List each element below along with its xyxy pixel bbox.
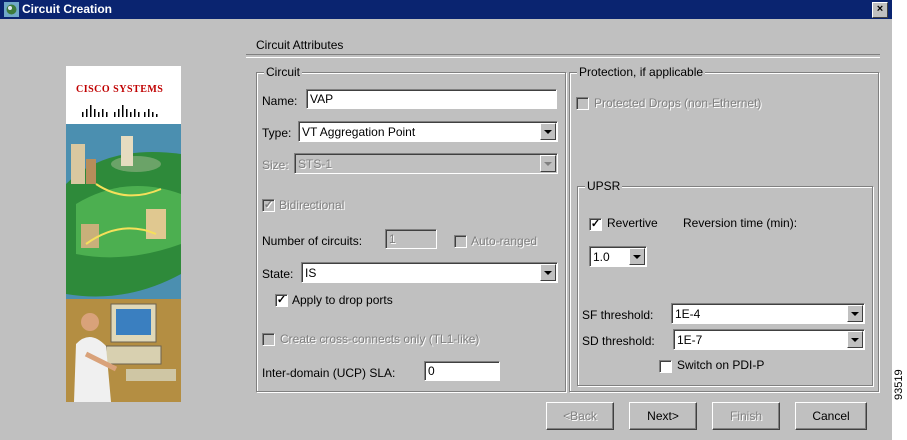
window-title: Circuit Creation [22,2,113,16]
cancel-button[interactable]: Cancel [795,402,867,430]
number-of-circuits-input[interactable]: 1 [385,229,437,249]
switch-on-pdi-p-label: Switch on PDI-P [677,358,765,372]
reversion-time-value: 1.0 [593,250,610,264]
finish-button[interactable]: Finish [712,402,780,430]
revertive-checkbox[interactable]: ✓ [589,218,602,231]
protected-drops-label: Protected Drops (non-Ethernet) [594,96,762,110]
cisco-logo: CISCO SYSTEMS [66,66,181,124]
type-select[interactable]: VT Aggregation Point [298,121,558,142]
sla-input[interactable]: 0 [424,361,500,381]
sla-label: Inter-domain (UCP) SLA: [262,366,396,380]
type-select-value: VT Aggregation Point [302,125,416,139]
brand-wordmark: CISCO SYSTEMS [76,84,164,95]
back-button[interactable]: <Back [546,402,614,430]
chevron-down-icon[interactable] [847,305,863,322]
chevron-down-icon[interactable] [629,248,645,265]
sf-threshold-value: 1E-4 [675,307,701,321]
number-of-circuits-label: Number of circuits: [262,234,363,248]
sd-threshold-label: SD threshold: [582,334,655,348]
circuit-attributes-heading: Circuit Attributes [256,38,344,52]
app-icon [4,2,19,17]
next-button[interactable]: Next> [629,402,697,430]
name-input[interactable]: VAP [306,89,557,109]
bidirectional-checkbox[interactable]: ✓ [262,199,275,212]
chevron-down-icon[interactable] [847,331,863,348]
reversion-time-select[interactable]: 1.0 [589,246,647,267]
size-label: Size: [262,158,289,172]
apply-to-drop-ports-checkbox[interactable]: ✓ [275,294,288,307]
chevron-down-icon[interactable] [540,264,556,281]
upsr-legend: UPSR [585,179,623,193]
circuit-legend: Circuit [264,65,303,79]
cross-connects-label: Create cross-connects only (TL1-like) [280,332,480,346]
auto-ranged-label: Auto-ranged [471,234,538,248]
close-button[interactable]: × [872,2,888,18]
size-select-value: STS-1 [298,157,333,171]
switch-on-pdi-p-checkbox[interactable] [659,360,672,373]
reversion-time-label: Reversion time (min): [683,216,798,230]
heading-separator [246,54,880,58]
apply-to-drop-ports-label: Apply to drop ports [292,293,393,307]
sf-threshold-select[interactable]: 1E-4 [671,303,865,324]
cross-connects-checkbox[interactable] [262,333,275,346]
bidirectional-label: Bidirectional [279,198,345,212]
type-label: Type: [262,126,292,140]
protection-legend: Protection, if applicable [577,65,706,79]
auto-ranged-checkbox[interactable] [454,235,467,248]
number-of-circuits-value: 1 [389,232,396,246]
revertive-label: Revertive [607,216,658,230]
name-label: Name: [262,94,298,108]
chevron-down-icon[interactable] [540,123,556,140]
figure-id: 93519 [893,369,905,400]
network-illustration [66,124,181,402]
brand-panel: CISCO SYSTEMS [66,66,181,402]
circuit-creation-dialog: Circuit Creation × CISCO SYSTEMS Circuit… [0,0,892,440]
state-select[interactable]: IS [301,262,558,283]
bridge-bars-icon [82,105,158,117]
sd-threshold-value: 1E-7 [677,333,703,347]
chevron-down-icon[interactable] [540,155,556,172]
sd-threshold-select[interactable]: 1E-7 [673,329,865,350]
title-bar: Circuit Creation × [0,0,892,19]
state-select-value: IS [305,266,317,280]
size-select[interactable]: STS-1 [294,153,558,174]
protected-drops-checkbox[interactable] [576,97,589,110]
sf-threshold-label: SF threshold: [582,308,654,322]
state-label: State: [262,267,294,281]
